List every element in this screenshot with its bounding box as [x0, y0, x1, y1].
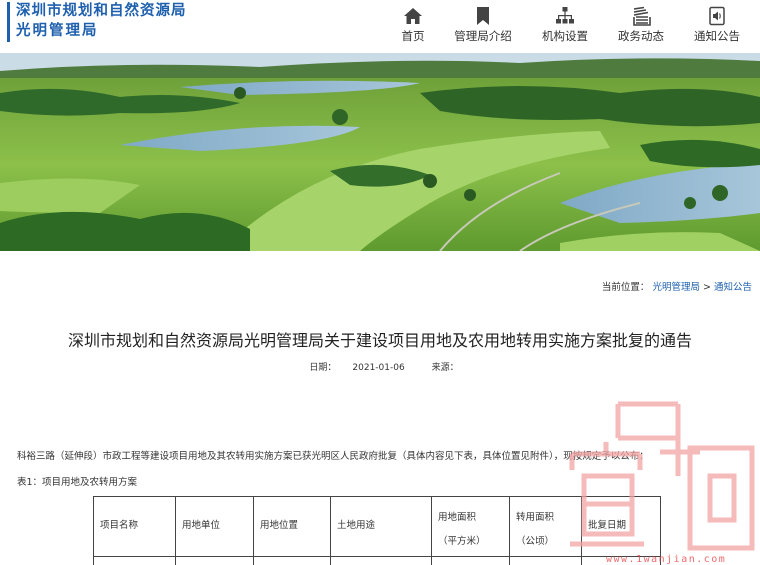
- header-project-name: 项目名称: [93, 496, 176, 557]
- header-converted-area-label: 转用面积: [516, 512, 555, 523]
- site-logo[interactable]: 深圳市规划和自然资源局 光明管理局: [7, 2, 187, 42]
- site-header: 深圳市规划和自然资源局 光明管理局 首页 管理局介绍 机构设置 政务动态 通知公…: [0, 0, 760, 53]
- breadcrumb-separator: >: [703, 282, 714, 293]
- header-converted-area: 转用面积 （公顷）: [509, 496, 582, 557]
- nav-organization[interactable]: 机构设置: [538, 0, 592, 53]
- article-title: 深圳市规划和自然资源局光明管理局关于建设项目用地及农用地转用实施方案批复的通告: [67, 331, 692, 350]
- banner-image: [0, 53, 760, 251]
- header-land-unit: 用地单位: [175, 496, 254, 557]
- table-row: [93, 556, 661, 565]
- header-land-use: 土地用途: [330, 496, 432, 557]
- nav-news-label: 政务动态: [618, 29, 664, 43]
- nav-about[interactable]: 管理局介绍: [452, 0, 514, 53]
- nav-home-label: 首页: [401, 29, 425, 43]
- header-land-area-label: 用地面积: [438, 512, 477, 523]
- nav-news[interactable]: 政务动态: [614, 0, 668, 53]
- table-header-row: 项目名称 用地单位 用地位置 土地用途 用地面积 （平方米） 转用面积 （公顷）…: [93, 496, 661, 557]
- header-land-area: 用地面积 （平方米）: [431, 496, 510, 557]
- nav-announcement[interactable]: 通知公告: [690, 0, 744, 53]
- header-land-area-unit: （平方米）: [438, 536, 486, 547]
- header-land-location: 用地位置: [253, 496, 331, 557]
- org-chart-icon: [556, 7, 574, 24]
- breadcrumb: 当前位置： 光明管理局 > 通知公告: [602, 279, 752, 293]
- nav-home[interactable]: 首页: [390, 0, 436, 53]
- table-caption: 表1：项目用地及农转用方案: [17, 477, 138, 488]
- nav-organization-label: 机构设置: [542, 29, 588, 43]
- announcement-icon: [709, 6, 725, 26]
- article-paragraph: 科裕三路（延伸段）市政工程等建设项目用地及其农转用实施方案已获光明区人民政府批复…: [17, 451, 649, 462]
- news-icon: [633, 6, 651, 26]
- header-approval-date: 批复日期: [581, 496, 661, 557]
- breadcrumb-link-notices[interactable]: 通知公告: [714, 282, 752, 293]
- golf-course-landscape-image: [0, 53, 760, 251]
- article-date: 2021-01-06: [352, 363, 405, 373]
- project-table: 项目名称 用地单位 用地位置 土地用途 用地面积 （平方米） 转用面积 （公顷）…: [93, 496, 661, 565]
- header-converted-area-unit: （公顷）: [516, 536, 555, 547]
- home-icon: [404, 8, 422, 24]
- breadcrumb-prefix: 当前位置：: [601, 282, 650, 293]
- logo-line-2: 光明管理局: [16, 23, 99, 39]
- date-label: 日期：: [309, 363, 337, 373]
- breadcrumb-link-guangming[interactable]: 光明管理局: [652, 282, 700, 293]
- source-label: 来源：: [431, 363, 459, 373]
- nav-about-label: 管理局介绍: [454, 29, 512, 43]
- article-meta: 日期： 2021-01-06 来源：: [0, 360, 760, 373]
- bookmark-icon: [477, 7, 489, 25]
- nav-announcement-label: 通知公告: [694, 29, 740, 43]
- logo-line-1: 深圳市规划和自然资源局: [16, 3, 187, 19]
